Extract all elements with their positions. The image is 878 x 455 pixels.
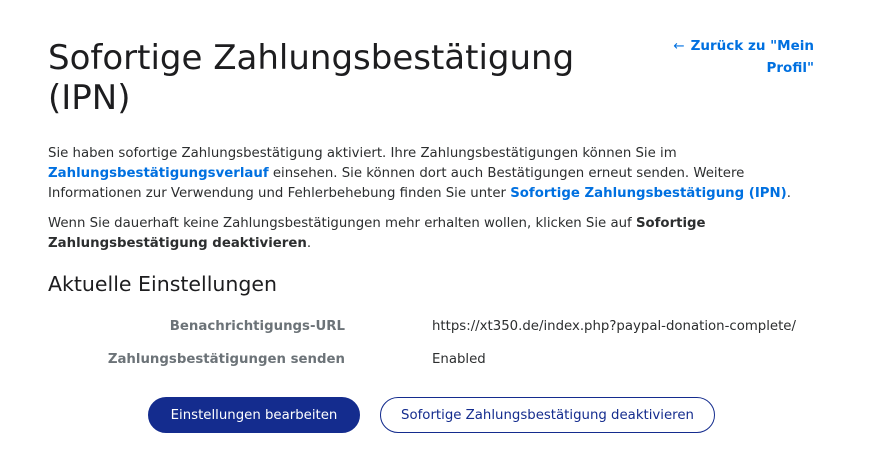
settings-row-send-ipn: Zahlungsbestätigungen senden Enabled	[48, 349, 848, 382]
back-link-label: Zurück zu "Mein Profil"	[690, 38, 814, 76]
notification-url-value: https://xt350.de/index.php?paypal-donati…	[432, 319, 796, 334]
notification-url-label: Benachrichtigungs-URL	[169, 319, 345, 334]
ipn-help-link[interactable]: Sofortige Zahlungsbestätigung (IPN)	[510, 186, 787, 201]
ipn-settings-page: Sofortige Zahlungsbestätigung (IPN) ← Zur…	[0, 0, 878, 455]
deactivate-info-paragraph: Wenn Sie dauerhaft keine Zahlungsbestäti…	[48, 214, 808, 254]
intro-text-1: Sie haben sofortige Zahlungsbestätigung …	[48, 146, 677, 161]
deactivate-info-end: .	[306, 236, 312, 251]
settings-row-notification-url: Benachrichtigungs-URL https://xt350.de/i…	[48, 316, 848, 349]
ipn-history-link[interactable]: Zahlungsbestätigungsverlauf	[48, 166, 269, 181]
current-settings-title: Aktuelle Einstellungen	[48, 272, 278, 296]
back-to-profile-link[interactable]: ← Zurück zu "Mein Profil"	[664, 35, 814, 79]
edit-settings-button[interactable]: Einstellungen bearbeiten	[148, 397, 360, 433]
deactivate-info-text: Wenn Sie dauerhaft keine Zahlungsbestäti…	[48, 216, 636, 231]
deactivate-ipn-button[interactable]: Sofortige Zahlungsbestätigung deaktivier…	[380, 397, 715, 433]
intro-paragraph: Sie haben sofortige Zahlungsbestätigung …	[48, 144, 818, 204]
send-ipn-value: Enabled	[432, 352, 486, 367]
settings-list: Benachrichtigungs-URL https://xt350.de/i…	[48, 316, 848, 382]
arrow-left-icon: ←	[673, 38, 685, 54]
intro-text-3: .	[786, 186, 791, 201]
page-title: Sofortige Zahlungsbestätigung (IPN)	[48, 38, 575, 118]
send-ipn-label: Zahlungsbestätigungen senden	[107, 352, 345, 367]
